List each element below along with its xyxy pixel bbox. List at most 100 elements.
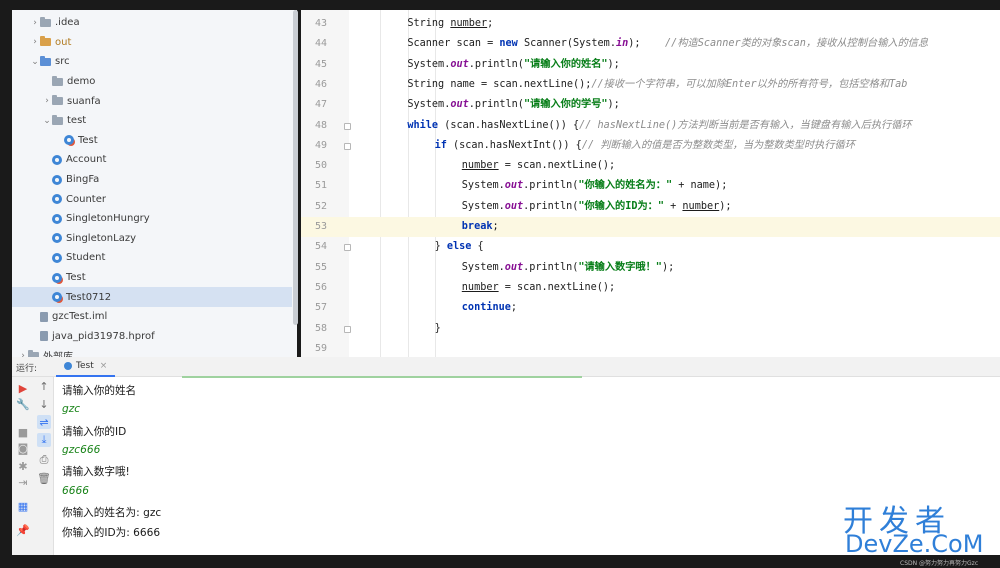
- tree-item-label: Account: [66, 154, 107, 166]
- class-icon: [52, 292, 62, 303]
- tree-item-label: 外部库: [43, 348, 73, 357]
- code-line[interactable]: 54 } else {: [301, 237, 1000, 257]
- line-number: 53: [314, 221, 327, 232]
- up-arrow-icon[interactable]: ↑: [37, 379, 51, 393]
- layout-icon[interactable]: ▦: [16, 499, 30, 513]
- code-line[interactable]: 59: [301, 339, 1000, 357]
- down-arrow-icon[interactable]: ↓: [37, 397, 51, 411]
- tree-item[interactable]: Test: [12, 131, 292, 151]
- code-text: while (scan.hasNextLine()) {// hasNextLi…: [407, 119, 912, 131]
- console-input-line: gzc: [62, 403, 81, 416]
- tab-run-test[interactable]: Test ×: [56, 356, 116, 377]
- tree-item[interactable]: java_pid31978.hprof: [12, 327, 292, 347]
- tree-item-label: BingFa: [66, 174, 100, 186]
- tree-item-label: java_pid31978.hprof: [52, 330, 155, 342]
- chevron-down-icon[interactable]: ⌄: [42, 116, 52, 126]
- trash-icon[interactable]: 🗑: [37, 471, 51, 485]
- code-editor[interactable]: 43 String number; 44 Scanner scan = new Sca…: [301, 10, 1000, 357]
- line-number: 57: [314, 302, 327, 314]
- code-line[interactable]: 55 System.out.println("请输入数字哦！");: [301, 258, 1000, 278]
- code-line[interactable]: 48 while (scan.hasNextLine()) {// hasNext…: [301, 116, 1000, 136]
- chevron-down-icon[interactable]: ⌄: [30, 57, 40, 67]
- fold-marker-icon[interactable]: [344, 142, 351, 150]
- folder-icon: [40, 16, 51, 27]
- tree-item[interactable]: Student: [12, 248, 292, 268]
- code-line[interactable]: 53 break;: [301, 217, 1000, 238]
- tree-item[interactable]: demo: [12, 72, 292, 92]
- code-line[interactable]: 45 System.out.println("请输入你的姓名");: [301, 55, 1000, 75]
- tree-item-label: test: [67, 115, 87, 127]
- exit-icon[interactable]: ⇥: [16, 475, 30, 489]
- code-line[interactable]: 44 Scanner scan = new Scanner(System.in);…: [301, 34, 1000, 54]
- console-output-line: 你输入的ID为: 6666: [62, 527, 161, 540]
- tree-item-label: .idea: [55, 17, 80, 29]
- tree-item[interactable]: › suanfa: [12, 91, 292, 111]
- code-line[interactable]: 47 System.out.println("请输入你的学号");: [301, 95, 1000, 115]
- line-number: 49: [314, 139, 327, 151]
- pin-icon[interactable]: 📌: [16, 523, 30, 537]
- code-line[interactable]: 56 number = scan.nextLine();: [301, 278, 1000, 298]
- chevron-right-icon[interactable]: ›: [30, 37, 40, 47]
- tree-item[interactable]: SingletonLazy: [12, 229, 292, 249]
- tree-item[interactable]: BingFa: [12, 170, 292, 190]
- tree-item[interactable]: SingletonHungry: [12, 209, 292, 229]
- camera-icon[interactable]: ◙: [16, 441, 30, 455]
- run-panel-label: 运行:: [16, 364, 38, 374]
- print-icon[interactable]: ⎙: [37, 453, 51, 467]
- project-tree[interactable]: › .idea › out ⌄ src demo › suanfa ⌄ test Test Accoun…: [12, 10, 297, 357]
- tree-item-label: Test0712: [66, 291, 112, 303]
- file-icon: [40, 331, 48, 342]
- line-number: 54: [314, 241, 327, 253]
- line-number: 50: [314, 160, 327, 172]
- tree-item[interactable]: Counter: [12, 189, 292, 209]
- tree-item[interactable]: › .idea: [12, 13, 292, 33]
- tree-item[interactable]: ⌄ test: [12, 111, 292, 131]
- code-line[interactable]: 46 String name = scan.nextLine();//接收一个字符…: [301, 75, 1000, 95]
- code-line[interactable]: 49 if (scan.hasNextInt()) {// 判断输入的值是否为整数…: [301, 136, 1000, 156]
- code-text: continue;: [461, 302, 518, 314]
- class-icon: [52, 154, 62, 165]
- tree-item[interactable]: gzcTest.iml: [12, 307, 292, 327]
- tree-item-label: Test: [66, 272, 86, 284]
- code-text: String name = scan.nextLine();//接收一个字符串，…: [407, 78, 908, 90]
- fold-marker-icon[interactable]: [344, 325, 351, 333]
- run-toolbar-primary: ▶ 🔧 ■ ◙ ✱ ⇥ ▦ 📌: [12, 377, 34, 555]
- class-icon: [52, 252, 62, 263]
- run-icon[interactable]: ▶: [16, 381, 30, 395]
- code-text: } else {: [434, 241, 484, 253]
- code-line[interactable]: 52 System.out.println("你输入的ID为：" + number…: [301, 197, 1000, 217]
- tree-item-label: gzcTest.iml: [52, 311, 108, 323]
- fold-marker-icon[interactable]: [344, 122, 351, 130]
- tree-item[interactable]: ›外部库: [12, 346, 292, 357]
- bug-icon[interactable]: ✱: [16, 459, 30, 473]
- code-line[interactable]: 58}: [301, 319, 1000, 339]
- tree-item-label: demo: [67, 76, 96, 88]
- tree-item[interactable]: Test: [12, 268, 292, 288]
- fold-marker-icon[interactable]: [344, 244, 351, 252]
- class-icon: [52, 233, 62, 244]
- code-text: System.out.println("请输入你的姓名");: [407, 58, 620, 70]
- tree-item[interactable]: Account: [12, 150, 292, 170]
- tree-item[interactable]: ⌄ src: [12, 52, 292, 72]
- class-icon: [52, 174, 62, 185]
- line-number: 51: [314, 180, 327, 192]
- close-icon[interactable]: ×: [100, 356, 108, 376]
- scroll-end-icon[interactable]: ⤓: [37, 433, 51, 447]
- code-text: System.out.println("请输入数字哦！");: [461, 261, 675, 273]
- chevron-right-icon[interactable]: ›: [42, 96, 52, 106]
- console-input-line: gzc666: [62, 443, 101, 456]
- wrench-icon[interactable]: 🔧: [16, 397, 30, 411]
- line-number: 43: [314, 18, 327, 29]
- tree-item[interactable]: Test0712: [12, 287, 292, 307]
- chevron-right-icon[interactable]: ›: [30, 18, 40, 28]
- code-line[interactable]: 50 number = scan.nextLine();: [301, 156, 1000, 176]
- stop-icon[interactable]: ■: [16, 425, 30, 439]
- code-line[interactable]: 43 String number;: [301, 14, 1000, 34]
- console-output-line: 请输入数字哦!: [62, 466, 130, 479]
- soft-wrap-icon[interactable]: ⇌: [37, 415, 51, 429]
- code-line[interactable]: 51 System.out.println("你输入的姓名为：" + name);: [301, 176, 1000, 196]
- code-line[interactable]: 57 continue;: [301, 298, 1000, 318]
- project-tree-scrollbar[interactable]: [293, 10, 298, 325]
- class-icon: [52, 213, 62, 224]
- tree-item[interactable]: › out: [12, 33, 292, 53]
